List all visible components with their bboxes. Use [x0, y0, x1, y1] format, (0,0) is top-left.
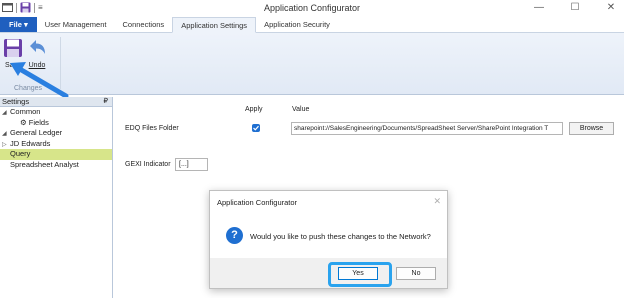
edq-value-field[interactable]: sharepoint://SalesEngineering/Documents/… [291, 122, 563, 135]
dialog-message: Would you like to push these changes to … [250, 232, 431, 241]
tree-item-label: General Ledger [10, 128, 63, 137]
tab-file[interactable]: File ▾ [0, 17, 37, 32]
tree-item[interactable]: ◢ General Ledger [0, 128, 112, 139]
tab-connections[interactable]: Connections [114, 17, 172, 32]
no-button[interactable]: No [396, 267, 436, 280]
tree-item[interactable]: ▷ JD Edwards [0, 139, 112, 150]
tree-item-label: ⚙ Fields [20, 117, 49, 127]
gexi-indicator-button[interactable]: [...] [175, 158, 208, 171]
maximize-button[interactable]: ☐ [568, 2, 582, 13]
ribbon-tabs: File ▾ User Management Connections Appli… [0, 17, 624, 33]
gexi-indicator-label: GEXI Indicator [125, 161, 171, 168]
tree-item[interactable]: ⚙ Fields [0, 118, 112, 129]
browse-button[interactable]: Browse [569, 122, 614, 135]
edq-files-folder-label: EDQ Files Folder [125, 125, 179, 132]
tree-item-label: Spreadsheet Analyst [10, 159, 79, 169]
dialog-title: Application Configurator [217, 198, 298, 207]
tab-user-management[interactable]: User Management [37, 17, 115, 32]
tab-application-security[interactable]: Application Security [256, 17, 338, 32]
tree-item[interactable]: Query [0, 149, 112, 160]
question-icon: ? [226, 227, 243, 244]
tree-item-label: JD Edwards [10, 138, 51, 148]
ribbon: Save Undo Changes [0, 33, 624, 95]
tree-item-label: Query [10, 149, 31, 158]
dialog-close-icon[interactable]: ✕ [433, 196, 441, 207]
expand-toggle-icon[interactable]: ◢ [2, 108, 10, 119]
window-controls: — ☐ ✕ [532, 2, 618, 13]
apply-column-header: Apply [245, 106, 263, 113]
tab-application-settings[interactable]: Application Settings [172, 17, 257, 33]
settings-panel-header: Settings ₽ [0, 97, 112, 107]
pin-icon[interactable]: ₽ [104, 97, 108, 107]
expand-toggle-icon[interactable]: ◢ [2, 129, 10, 140]
close-button[interactable]: ✕ [604, 2, 618, 13]
title-bar: ≡ Application Configurator — ☐ ✕ [0, 0, 624, 17]
value-column-header: Value [292, 106, 310, 113]
annotation-arrow-icon [10, 62, 69, 99]
settings-panel-title: Settings [2, 97, 30, 106]
edq-apply-checkbox[interactable] [252, 124, 260, 132]
check-icon [253, 125, 259, 131]
tree-item[interactable]: ◢ Common [0, 107, 112, 118]
window-title: Application Configurator [263, 3, 361, 13]
settings-panel: Settings ₽ ◢ Common ⚙ Fields ◢ General Ledge… [0, 97, 113, 298]
minimize-button[interactable]: — [532, 2, 546, 13]
tree-item-label: Common [10, 107, 41, 116]
tree-item[interactable]: Spreadsheet Analyst [0, 160, 112, 171]
yes-highlight-box [328, 262, 392, 287]
